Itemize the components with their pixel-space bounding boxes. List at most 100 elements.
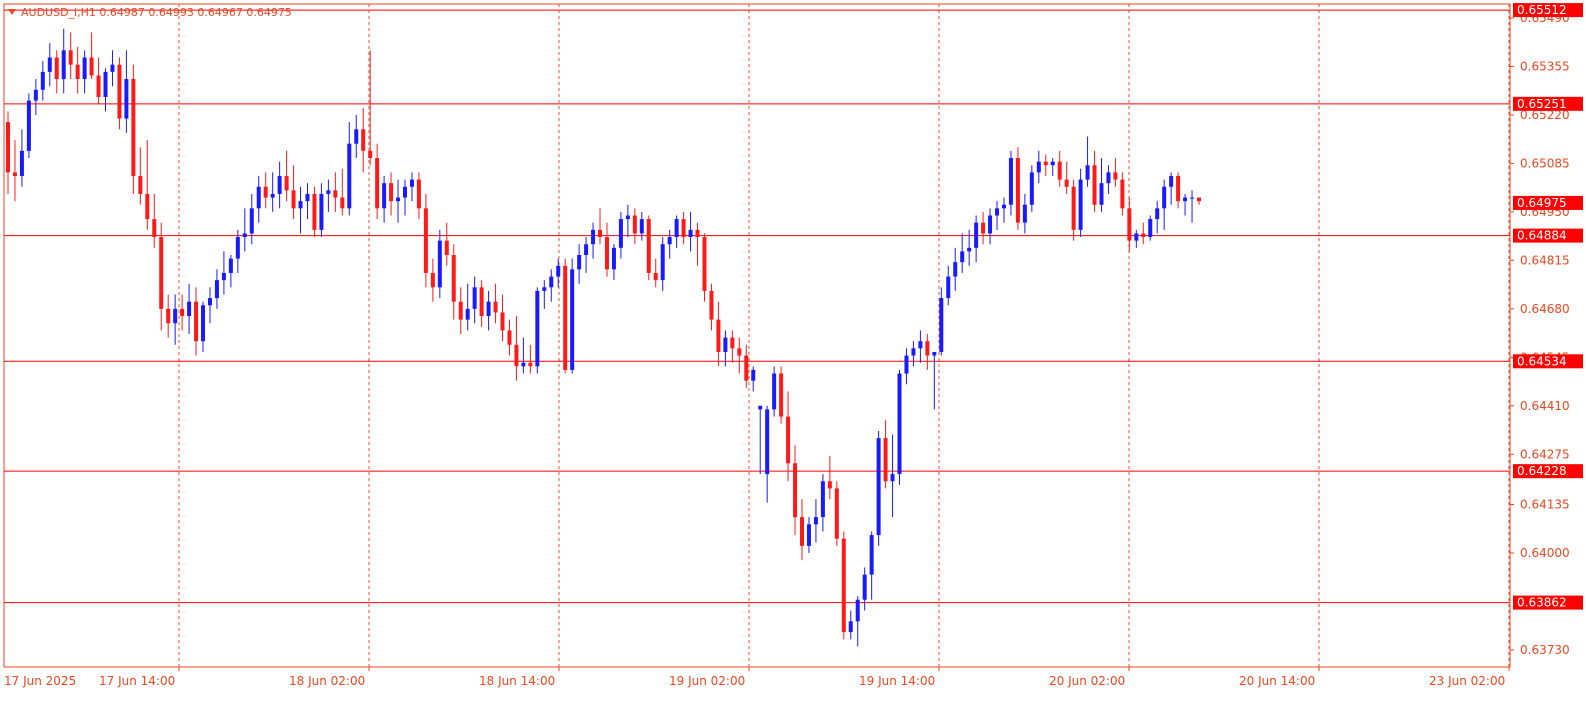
candle[interactable] (793, 445, 798, 536)
candle[interactable] (235, 229, 240, 273)
candle[interactable] (207, 287, 212, 324)
candle[interactable] (535, 287, 540, 374)
candle[interactable] (187, 283, 192, 334)
candle[interactable] (249, 193, 254, 245)
candle[interactable] (1183, 193, 1188, 216)
candle[interactable] (159, 222, 164, 331)
candle[interactable] (772, 366, 777, 417)
candle[interactable] (1148, 215, 1153, 241)
candle[interactable] (549, 269, 554, 302)
candle[interactable] (68, 32, 73, 80)
candle[interactable] (319, 183, 324, 238)
candle[interactable] (138, 147, 143, 205)
candle[interactable] (786, 391, 791, 482)
candle[interactable] (284, 150, 289, 202)
candle[interactable] (897, 369, 902, 485)
candle[interactable] (904, 348, 909, 385)
candle[interactable] (716, 301, 721, 367)
candle[interactable] (570, 258, 575, 374)
horizontal-levels[interactable] (4, 9, 1510, 604)
candle[interactable] (925, 334, 930, 370)
candle[interactable] (444, 222, 449, 266)
candle[interactable] (1001, 197, 1006, 223)
candle[interactable] (361, 107, 366, 173)
candle[interactable] (667, 229, 672, 259)
candle[interactable] (47, 43, 52, 87)
candle[interactable] (995, 201, 1000, 230)
candle[interactable] (779, 366, 784, 424)
candle[interactable] (507, 319, 512, 356)
candle[interactable] (806, 517, 811, 554)
candle[interactable] (1029, 165, 1034, 212)
candle[interactable] (988, 208, 993, 245)
candle[interactable] (563, 258, 568, 374)
candle[interactable] (820, 474, 825, 532)
candle[interactable] (89, 32, 94, 80)
candle[interactable] (1197, 197, 1201, 205)
candle[interactable] (598, 208, 603, 245)
candle[interactable] (841, 531, 846, 640)
candle[interactable] (709, 283, 714, 331)
candle[interactable] (166, 294, 171, 338)
candle[interactable] (124, 50, 129, 133)
candle[interactable] (110, 50, 115, 87)
candle[interactable] (862, 567, 867, 611)
candle[interactable] (813, 499, 818, 543)
candle[interactable] (1162, 179, 1167, 230)
candle[interactable] (375, 143, 380, 220)
candle[interactable] (618, 211, 623, 259)
candle[interactable] (75, 46, 80, 94)
candle[interactable] (145, 140, 150, 230)
candle[interactable] (1064, 161, 1069, 194)
candle[interactable] (758, 405, 763, 475)
candle[interactable] (1106, 165, 1111, 194)
candle[interactable] (946, 265, 951, 306)
candle[interactable] (298, 186, 303, 234)
candle[interactable] (681, 211, 686, 245)
candle[interactable] (702, 233, 707, 302)
candle[interactable] (876, 430, 881, 546)
candle[interactable] (221, 251, 226, 295)
candle[interactable] (12, 140, 17, 202)
candle[interactable] (521, 337, 526, 374)
candle[interactable] (96, 57, 101, 105)
candle[interactable] (827, 456, 832, 500)
candle[interactable] (744, 344, 749, 388)
candle[interactable] (869, 531, 874, 600)
candle[interactable] (326, 179, 331, 212)
candle[interactable] (103, 68, 108, 112)
candle[interactable] (152, 193, 157, 248)
candle[interactable] (354, 114, 359, 159)
candle[interactable] (960, 233, 965, 273)
candle[interactable] (256, 176, 261, 223)
candle[interactable] (61, 28, 66, 94)
candle[interactable] (737, 337, 742, 374)
candle[interactable] (1008, 150, 1013, 216)
candle[interactable] (1092, 150, 1097, 212)
candle[interactable] (660, 237, 665, 291)
candle[interactable] (458, 287, 463, 334)
candle[interactable] (632, 208, 637, 245)
candle[interactable] (493, 283, 498, 324)
candle[interactable] (1113, 158, 1118, 187)
candle[interactable] (382, 176, 387, 223)
candle[interactable] (674, 215, 679, 248)
candle[interactable] (834, 481, 839, 546)
candle[interactable] (765, 405, 770, 503)
candle[interactable] (1085, 136, 1090, 187)
candle[interactable] (340, 168, 345, 216)
candle[interactable] (26, 93, 31, 159)
candle[interactable] (1141, 222, 1146, 245)
candle[interactable] (1078, 168, 1083, 238)
candle[interactable] (514, 316, 519, 381)
candle[interactable] (855, 596, 860, 647)
candle[interactable] (173, 294, 178, 345)
price-chart[interactable]: 0.654900.653550.652200.650850.649500.648… (0, 0, 1586, 703)
candle[interactable] (528, 344, 533, 374)
candle[interactable] (347, 122, 352, 216)
candle[interactable] (403, 179, 407, 216)
candle[interactable] (500, 294, 505, 342)
candle[interactable] (396, 179, 401, 223)
candle[interactable] (54, 50, 59, 94)
candle[interactable] (730, 330, 735, 363)
